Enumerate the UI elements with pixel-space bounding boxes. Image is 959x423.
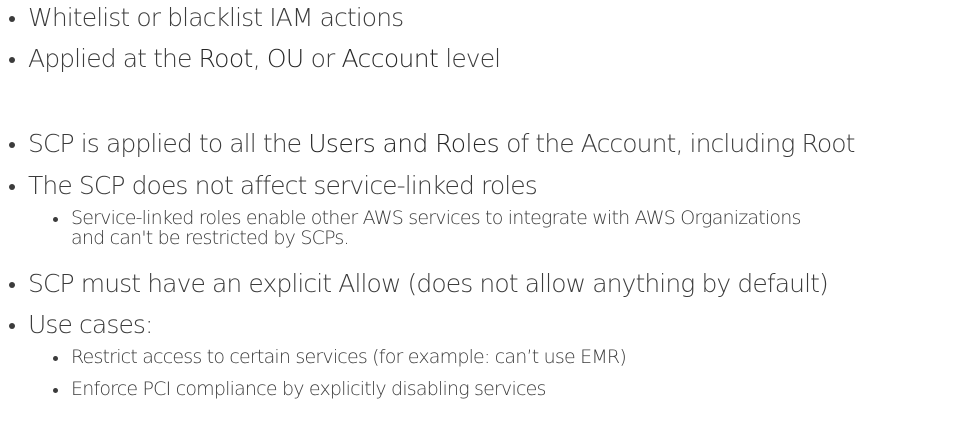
bullet-dot (9, 184, 15, 190)
bullet-dot (53, 388, 58, 393)
bullet-dot (9, 323, 15, 329)
bullet-dot (9, 142, 15, 148)
bullet-dot (53, 217, 58, 222)
bullet-dot (53, 356, 58, 361)
bullet-text: SCP must have an explicit Allow (does no… (28, 269, 829, 298)
slide: Whitelist or blacklist IAM actions Appli… (0, 0, 959, 423)
bullet-text-sep: , (252, 44, 267, 73)
bullet-text: The SCP does not affect service-linked r… (28, 171, 538, 200)
bullet-text-line-2: and can't be restricted by SCPs. (71, 227, 350, 249)
bullet-text: Restrict access to certain services (for… (71, 346, 627, 368)
bullet-text: Applied at the Root, OU or Account level (28, 44, 501, 74)
bullet-text: Enforce PCI compliance by explicitly dis… (71, 378, 546, 400)
bullet-text: Use cases: (28, 310, 153, 339)
emphasis-account: Account (341, 44, 439, 73)
bullet-text-post: level (438, 44, 501, 73)
emphasis-ou: OU (266, 44, 304, 73)
bullet-dot (9, 16, 15, 22)
emphasis-users-roles: Users and Roles (308, 129, 500, 158)
bullet-text-pre: SCP is applied to all the (28, 129, 309, 158)
bullet-dot (9, 57, 15, 63)
emphasis-root: Root (198, 44, 253, 73)
bullet-text-sep: or (303, 44, 342, 73)
bullet-text-pre: Applied at the (28, 44, 199, 73)
bullet-text-post: of the Account, including Root (499, 129, 855, 158)
bullet-text: Whitelist or blacklist IAM actions (28, 3, 404, 32)
bullet-dot (9, 282, 15, 288)
bullet-text: SCP is applied to all the Users and Role… (28, 129, 855, 159)
